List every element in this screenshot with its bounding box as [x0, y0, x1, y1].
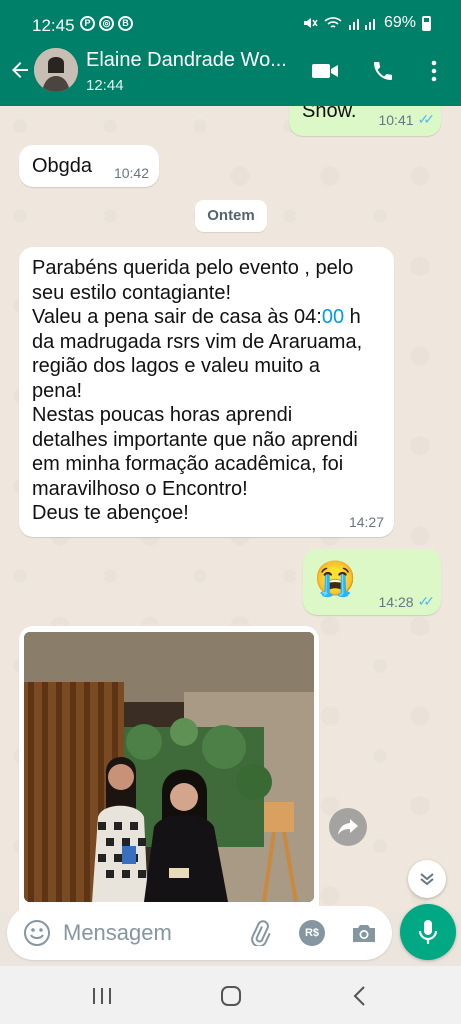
message-time: 14:27 [348, 514, 384, 530]
message-input[interactable] [63, 916, 233, 950]
video-call-button[interactable] [310, 56, 340, 86]
message-body: Parabéns querida pelo evento , pelo seu … [32, 256, 387, 526]
message-time: 10:42 [113, 165, 149, 181]
attach-icon [251, 920, 271, 946]
back-arrow-icon[interactable] [8, 58, 32, 82]
pinterest-icon: P [80, 16, 95, 31]
recent-apps-icon [93, 988, 111, 1004]
read-ticks-icon: ✓✓ [417, 111, 436, 127]
voice-record-button[interactable] [400, 904, 456, 960]
recent-apps-button[interactable] [90, 984, 114, 1008]
emoji-icon[interactable] [23, 919, 51, 947]
chat-header: Elaine Dandrade Wo... 12:44 [0, 40, 461, 104]
avatar[interactable] [34, 48, 78, 92]
status-notification-icons: P ◎ B [80, 16, 133, 31]
message-line: pena! [32, 379, 83, 402]
payment-button[interactable]: R$ [298, 919, 326, 947]
contact-name[interactable]: Elaine Dandrade Wo... [86, 49, 287, 72]
message-line: em minha formação acadêmica, foi [32, 453, 344, 475]
last-seen: 12:44 [86, 77, 124, 94]
b-app-icon: B [118, 16, 133, 31]
video-call-icon [312, 64, 338, 78]
forward-icon [338, 819, 358, 835]
home-button[interactable] [219, 984, 243, 1008]
battery-icon [422, 15, 431, 31]
message-line-part: h [344, 306, 361, 328]
message-line: da madrugada rsrs vim de Araruama, [32, 330, 363, 353]
home-icon [221, 986, 241, 1006]
linked-time[interactable]: 00 [322, 306, 344, 328]
scroll-to-bottom-button[interactable] [408, 860, 446, 898]
message-text: Show. [302, 106, 357, 122]
more-options-button[interactable] [419, 56, 449, 86]
message-line: seu estilo contagiante! [32, 281, 232, 304]
back-nav-icon [353, 986, 365, 1006]
camera-button[interactable] [350, 919, 378, 947]
voice-call-button[interactable] [368, 56, 398, 86]
message-line: Parabéns querida pelo evento , pelo [32, 257, 354, 279]
message-time: 14:28 [378, 593, 414, 610]
message-incoming[interactable]: Obgda 10:42 [19, 145, 159, 187]
attach-button[interactable] [245, 919, 273, 947]
chevron-down-icon [420, 873, 434, 886]
phone-icon [374, 62, 392, 80]
back-button[interactable] [348, 984, 372, 1008]
shared-photo[interactable] [24, 632, 314, 902]
status-time: 12:45 [32, 16, 75, 35]
message-line-with-time: Valeu a pena sair de casa às 04:00 h [32, 305, 387, 330]
message-line: Nestas poucas horas aprendi [32, 404, 293, 426]
date-separator: Ontem [195, 200, 267, 232]
mic-icon [418, 920, 438, 944]
message-text: Obgda [32, 155, 93, 177]
chat-area[interactable]: Show. 10:41 ✓✓ Obgda 10:42 Ontem Parabén… [0, 106, 461, 912]
crying-emoji: 😭 [314, 560, 357, 598]
instagram-icon: ◎ [99, 16, 114, 31]
message-line: região dos lagos e valeu muito a [32, 355, 320, 377]
mute-icon [303, 18, 318, 28]
message-outgoing[interactable]: Show. 10:41 ✓✓ [289, 106, 441, 136]
app-header: 12:45 P ◎ B 69% Elaine Dandrade Wo... 12… [0, 0, 461, 106]
message-line: Deus te abençoe! [32, 502, 189, 524]
signal-icon [348, 19, 375, 30]
battery-percent: 69% [383, 14, 416, 31]
message-meta: 10:41 ✓✓ [378, 111, 436, 128]
message-line: detalhes importante que não aprendi [32, 428, 358, 451]
message-meta: 10:42 [114, 165, 149, 181]
camera-icon [353, 925, 375, 942]
status-right: 69% [302, 14, 431, 32]
message-line-part: Valeu a pena sair de casa às 04: [32, 306, 322, 328]
message-incoming-long[interactable]: Parabéns querida pelo evento , pelo seu … [19, 247, 394, 537]
message-meta: 14:28 ✓✓ [378, 593, 436, 610]
read-ticks-icon: ✓✓ [417, 593, 436, 609]
more-vert-icon [431, 60, 437, 82]
message-time: 10:41 [378, 111, 414, 128]
message-composer: R$ [7, 906, 392, 960]
message-outgoing-emoji[interactable]: 😭 14:28 ✓✓ [303, 549, 441, 615]
forward-button[interactable] [329, 808, 367, 846]
wifi-icon [324, 17, 342, 28]
payment-icon: R$ [299, 920, 325, 946]
message-meta: 14:27 [349, 514, 384, 530]
system-nav-bar [0, 966, 461, 1024]
message-line: maravilhoso o Encontro! [32, 477, 248, 500]
